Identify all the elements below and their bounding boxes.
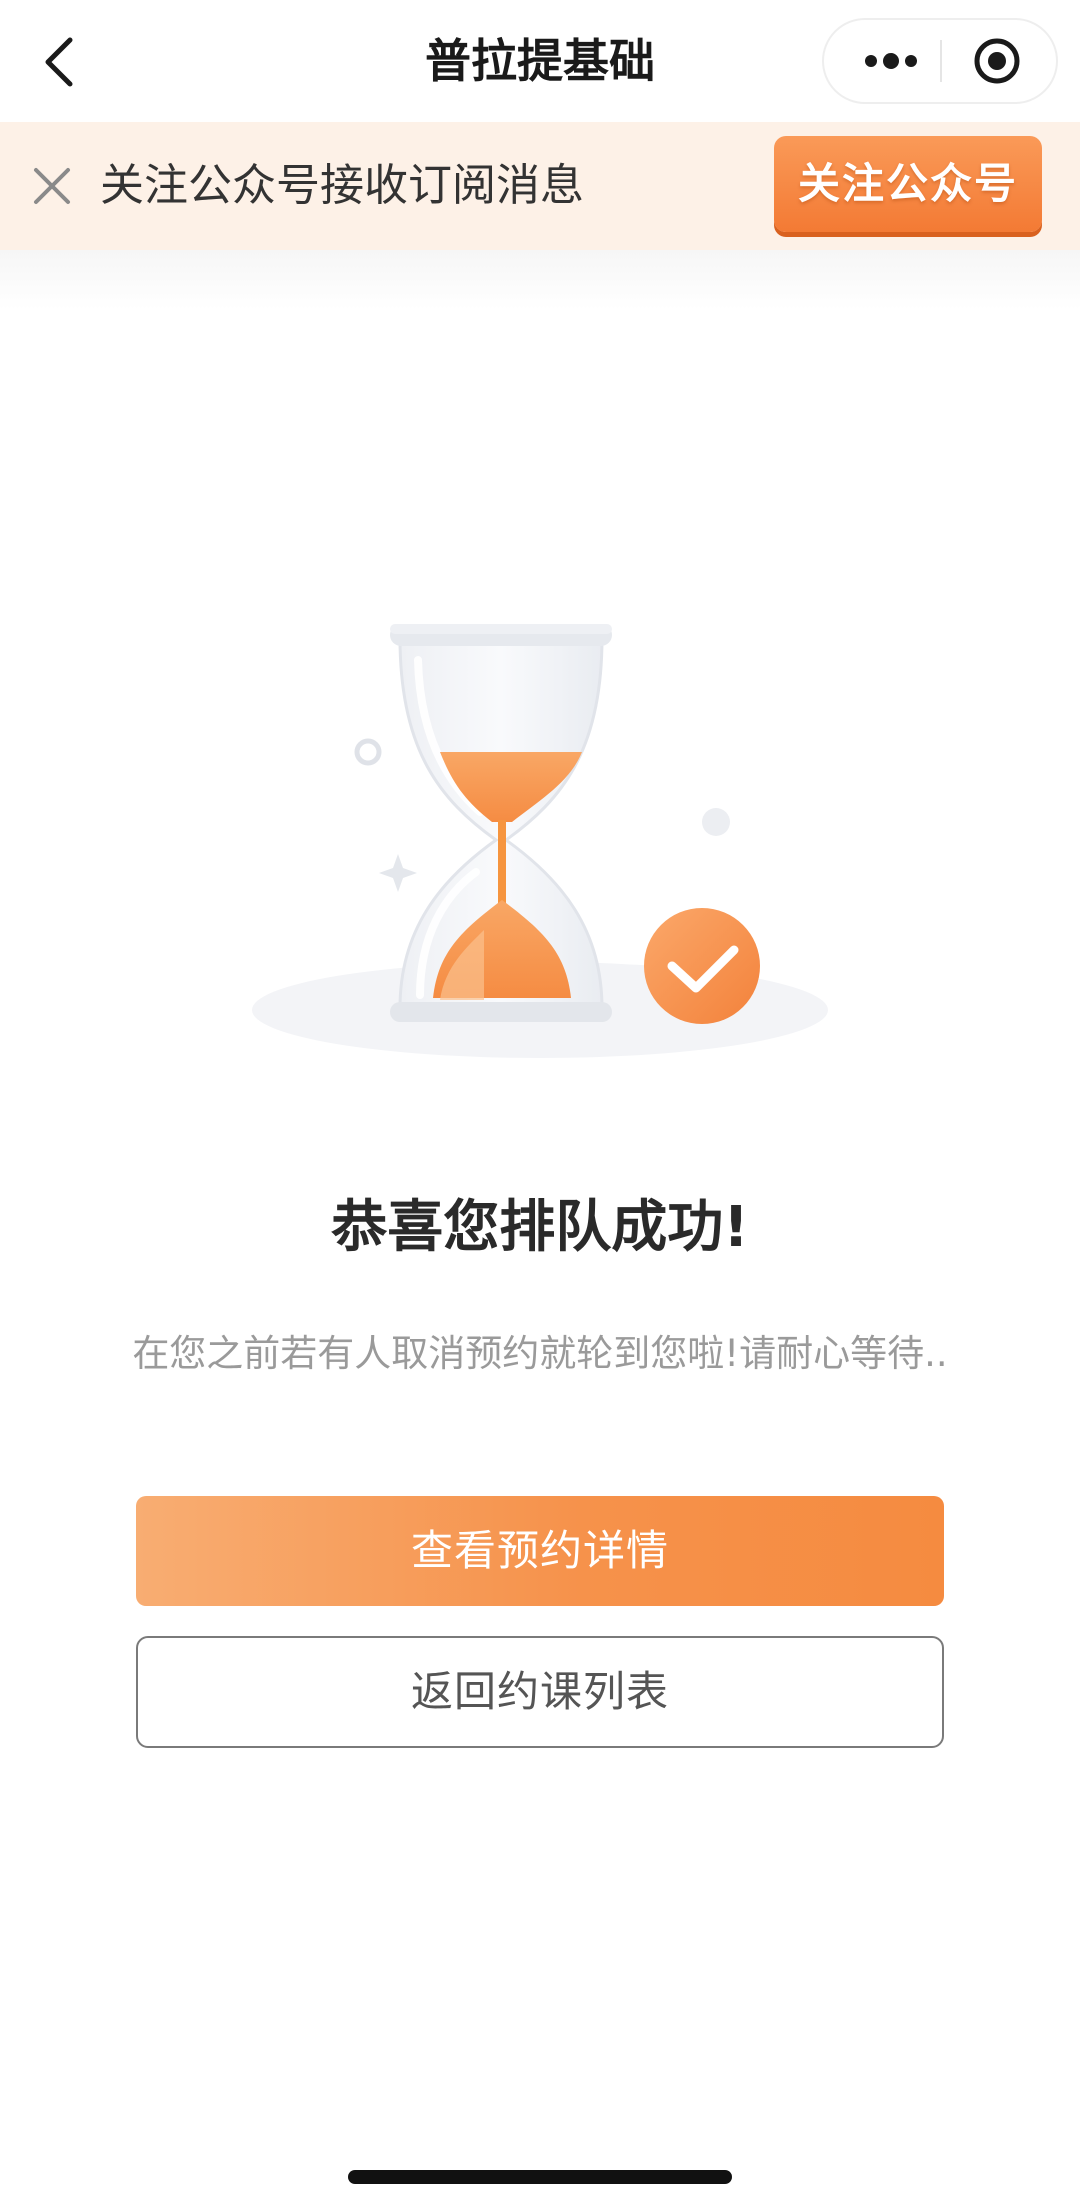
follow-account-button[interactable]: 关注公众号 [774,136,1042,232]
banner-shadow [0,250,1080,310]
success-subtitle: 在您之前若有人取消预约就轮到您啦!请耐心等待.. [132,1332,948,1375]
back-to-list-button[interactable]: 返回约课列表 [136,1636,944,1748]
view-details-button[interactable]: 查看预约详情 [136,1496,944,1606]
nav-bar: 普拉提基础 [0,0,1080,122]
exit-mini-program-button[interactable] [954,20,1040,102]
hourglass-illustration [240,600,840,1070]
chevron-left-icon [45,37,73,87]
success-title: 恭喜您排队成功! [331,1195,749,1260]
more-dots-icon [865,53,917,69]
banner-text: 关注公众号接收订阅消息 [100,160,584,211]
close-icon [34,168,70,204]
back-button[interactable] [28,26,92,98]
follow-banner: 关注公众号接收订阅消息 关注公众号 [0,122,1080,250]
mini-program-capsule [822,18,1058,104]
more-button[interactable] [846,20,936,102]
target-circle-icon [974,38,1020,84]
capsule-divider [940,40,942,82]
banner-close-button[interactable] [20,154,84,218]
home-indicator[interactable] [348,2170,732,2184]
hourglass-icon [252,624,828,1058]
